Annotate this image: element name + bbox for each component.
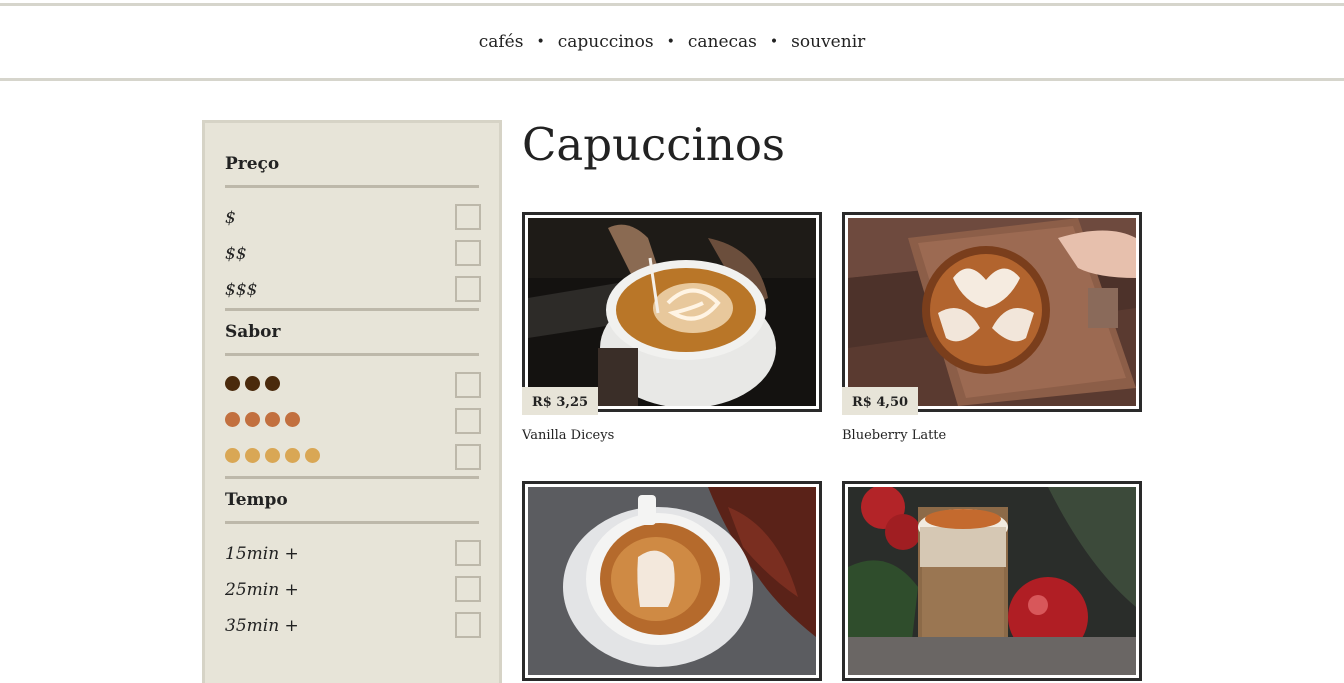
filter-option-time-2[interactable]: 25min + [205, 572, 499, 608]
filter-option-flavor-1[interactable] [205, 368, 499, 404]
product-photo [528, 487, 816, 675]
flavor-dot [285, 448, 300, 463]
filter-option-label: $$$ [225, 280, 258, 300]
flavor-dot [225, 412, 240, 427]
flavor-dot [225, 448, 240, 463]
filter-option-time-3[interactable]: 35min + [205, 608, 499, 644]
flavor-dot [245, 412, 260, 427]
nav-separator: • [666, 34, 675, 50]
filter-checkbox[interactable] [455, 408, 481, 434]
filter-checkbox[interactable] [455, 444, 481, 470]
top-navigation: cafés • capuccinos • canecas • souvenir [0, 3, 1344, 81]
product-image-frame[interactable] [842, 481, 1142, 681]
product-card[interactable] [842, 481, 1142, 681]
product-photo [528, 218, 816, 406]
page-title: Capuccinos [522, 118, 786, 171]
product-image-frame[interactable]: R$ 3,25 [522, 212, 822, 415]
flavor-dot [245, 376, 260, 391]
filter-title-price: Preço [225, 154, 280, 174]
flavor-strength-dots [225, 448, 325, 463]
nav-link-souvenir[interactable]: souvenir [791, 32, 865, 52]
filter-checkbox[interactable] [455, 276, 481, 302]
filter-title-time: Tempo [225, 490, 288, 510]
nav-separator: • [769, 34, 779, 50]
flavor-strength-dots [225, 376, 285, 391]
filter-option-price-3[interactable]: $$$ [205, 272, 499, 308]
filter-checkbox[interactable] [455, 576, 481, 602]
product-card[interactable] [522, 481, 822, 681]
filter-option-flavor-2[interactable] [205, 404, 499, 440]
filter-sidebar: Preço $ $$ $$$ Sabor Tempo 15min + 25min… [202, 120, 502, 683]
filter-title-flavor: Sabor [225, 322, 281, 342]
flavor-dot [225, 376, 240, 391]
product-name[interactable]: Blueberry Latte [842, 428, 1142, 443]
filter-checkbox[interactable] [455, 540, 481, 566]
flavor-dot [265, 412, 280, 427]
flavor-dot [285, 412, 300, 427]
filter-checkbox[interactable] [455, 240, 481, 266]
product-photo [848, 218, 1136, 406]
filter-option-label: 35min + [225, 616, 299, 636]
product-photo [848, 487, 1136, 675]
price-tag: R$ 3,25 [522, 387, 599, 415]
filter-checkbox[interactable] [455, 372, 481, 398]
product-name[interactable]: Vanilla Diceys [522, 428, 822, 443]
price-tag: R$ 4,50 [842, 387, 919, 415]
flavor-dot [305, 448, 320, 463]
product-image-frame[interactable]: R$ 4,50 [842, 212, 1142, 415]
filter-option-price-2[interactable]: $$ [205, 236, 499, 272]
product-card[interactable]: R$ 4,50 Blueberry Latte [842, 212, 1142, 443]
flavor-dot [265, 448, 280, 463]
nav-separator: • [536, 34, 545, 50]
product-image-frame[interactable] [522, 481, 822, 681]
filter-option-label: $ [225, 208, 236, 228]
filter-option-price-1[interactable]: $ [205, 200, 499, 236]
nav-link-capuccinos[interactable]: capuccinos [558, 32, 654, 52]
flavor-strength-dots [225, 412, 305, 427]
filter-option-label: $$ [225, 244, 247, 264]
filter-option-time-1[interactable]: 15min + [205, 536, 499, 572]
flavor-dot [265, 376, 280, 391]
filter-checkbox[interactable] [455, 204, 481, 230]
nav-link-canecas[interactable]: canecas [688, 32, 757, 52]
nav-link-cafes[interactable]: cafés [479, 32, 524, 52]
filter-option-label: 25min + [225, 580, 299, 600]
filter-checkbox[interactable] [455, 612, 481, 638]
filter-option-flavor-3[interactable] [205, 440, 499, 476]
flavor-dot [245, 448, 260, 463]
filter-option-label: 15min + [225, 544, 299, 564]
product-card[interactable]: R$ 3,25 Vanilla Diceys [522, 212, 822, 443]
